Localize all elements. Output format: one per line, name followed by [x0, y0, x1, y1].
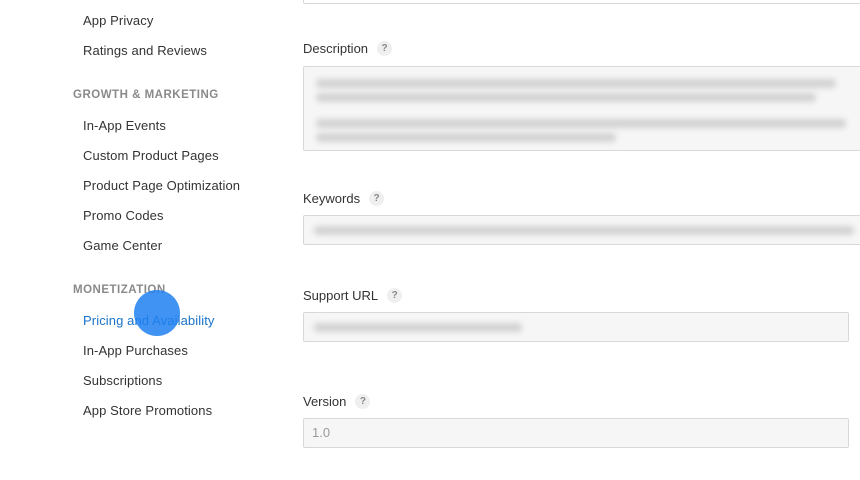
version-value: 1.0 — [312, 425, 331, 440]
sidebar-item-app-store-promotions[interactable]: App Store Promotions — [83, 403, 212, 418]
sidebar-item-in-app-events[interactable]: In-App Events — [83, 118, 166, 133]
redacted-text — [316, 133, 616, 142]
sidebar-section-monetization: MONETIZATION — [73, 284, 166, 296]
keywords-label-text: Keywords — [303, 191, 361, 206]
sidebar-item-promo-codes[interactable]: Promo Codes — [83, 208, 164, 223]
help-icon[interactable]: ? — [369, 191, 385, 206]
version-input[interactable]: 1.0 — [303, 418, 849, 448]
sidebar-item-app-privacy[interactable]: App Privacy — [83, 13, 153, 28]
sidebar-item-pricing-and-availability[interactable]: Pricing and Availability — [83, 313, 215, 328]
main-form: Description ? Keywords ? Support URL ? V… — [303, 0, 860, 480]
description-label: Description ? — [303, 41, 393, 56]
sidebar-item-subscriptions[interactable]: Subscriptions — [83, 373, 162, 388]
keywords-label: Keywords ? — [303, 191, 385, 206]
sidebar-item-game-center[interactable]: Game Center — [83, 238, 162, 253]
version-label-text: Version — [303, 394, 347, 409]
redacted-text — [314, 226, 854, 235]
help-icon[interactable]: ? — [387, 288, 403, 303]
support-url-label: Support URL ? — [303, 288, 403, 303]
sidebar-section-growth-marketing: GROWTH & MARKETING — [73, 89, 219, 101]
description-label-text: Description — [303, 41, 369, 56]
description-textarea[interactable] — [303, 66, 860, 151]
support-url-label-text: Support URL — [303, 288, 379, 303]
redacted-text — [316, 119, 846, 128]
support-url-input[interactable] — [303, 312, 849, 342]
redacted-text — [314, 323, 522, 332]
version-label: Version ? — [303, 394, 371, 409]
redacted-text — [316, 79, 836, 88]
sidebar-item-ratings-and-reviews[interactable]: Ratings and Reviews — [83, 43, 207, 58]
sidebar-item-product-page-optimization[interactable]: Product Page Optimization — [83, 178, 240, 193]
help-icon[interactable]: ? — [355, 394, 371, 409]
sidebar-item-in-app-purchases[interactable]: In-App Purchases — [83, 343, 188, 358]
previous-field-input[interactable] — [303, 0, 860, 4]
keywords-input[interactable] — [303, 215, 860, 245]
sidebar-item-custom-product-pages[interactable]: Custom Product Pages — [83, 148, 219, 163]
help-icon[interactable]: ? — [377, 41, 393, 56]
redacted-text — [316, 93, 816, 102]
sidebar-nav: App Privacy Ratings and Reviews GROWTH &… — [0, 0, 280, 480]
